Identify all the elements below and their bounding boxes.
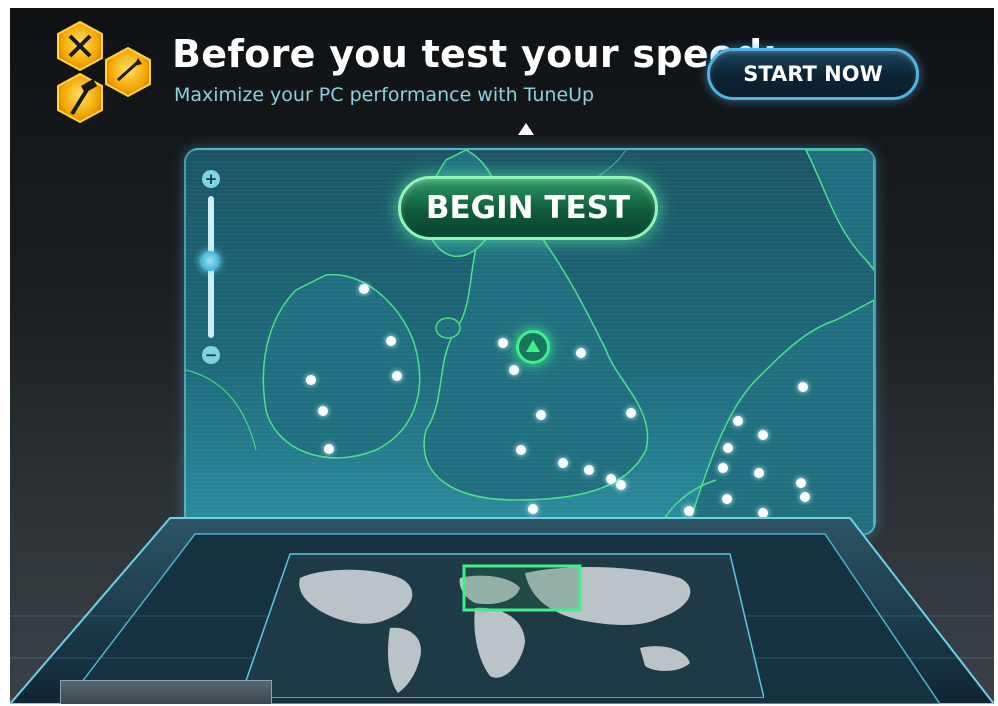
server-dot[interactable]: [733, 416, 743, 426]
server-dot[interactable]: [516, 445, 526, 455]
server-dot[interactable]: [723, 443, 733, 453]
world-overview-map[interactable]: [240, 548, 764, 698]
start-now-button[interactable]: START NOW: [707, 48, 919, 100]
server-dot[interactable]: [498, 338, 508, 348]
speedtest-stage: Before you test your speed: Maximize you…: [10, 8, 994, 704]
server-dot[interactable]: [616, 480, 626, 490]
server-dot[interactable]: [584, 465, 594, 475]
server-dot[interactable]: [758, 430, 768, 440]
tuneup-tools-logo-icon[interactable]: [38, 18, 168, 134]
server-dot[interactable]: [536, 410, 546, 420]
server-dot[interactable]: [798, 382, 808, 392]
ad-pointer-arrow-icon: [518, 123, 534, 135]
server-dot[interactable]: [718, 463, 728, 473]
zoom-slider-handle[interactable]: [200, 250, 220, 271]
ad-headline: Before you test your speed:: [172, 32, 778, 76]
server-dot[interactable]: [606, 474, 616, 484]
server-dot[interactable]: [509, 365, 519, 375]
server-dot[interactable]: [626, 408, 636, 418]
zoom-in-plus-icon[interactable]: +: [202, 170, 220, 188]
begin-test-button[interactable]: BEGIN TEST: [398, 176, 658, 240]
server-dot[interactable]: [576, 348, 586, 358]
server-dot[interactable]: [558, 458, 568, 468]
selected-server-marker-icon[interactable]: [516, 330, 550, 364]
server-dot[interactable]: [318, 406, 328, 416]
server-dot[interactable]: [386, 336, 396, 346]
ad-subtext: Maximize your PC performance with TuneUp: [174, 84, 595, 106]
server-map-panel[interactable]: + − BEGIN TEST: [184, 148, 876, 536]
server-dot[interactable]: [324, 444, 334, 454]
server-dot[interactable]: [306, 375, 316, 385]
server-dot[interactable]: [392, 371, 402, 381]
server-dot[interactable]: [796, 478, 806, 488]
zoom-out-minus-icon[interactable]: −: [202, 346, 220, 364]
bottom-panel-tab[interactable]: [60, 680, 272, 704]
server-dot[interactable]: [359, 284, 369, 294]
server-dot[interactable]: [754, 468, 764, 478]
